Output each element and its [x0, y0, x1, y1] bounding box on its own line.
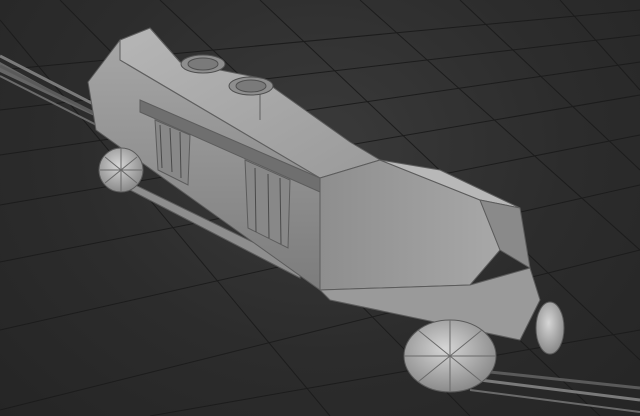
- train-model-icon: [87, 27, 541, 341]
- viewport-canvas: [0, 0, 640, 416]
- 3d-viewport[interactable]: [0, 0, 640, 416]
